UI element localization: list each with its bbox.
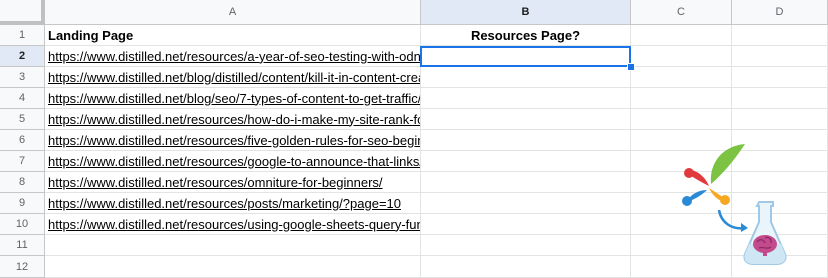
cell-b3[interactable] bbox=[421, 67, 631, 88]
cell-d2[interactable] bbox=[732, 46, 828, 67]
row-header-6[interactable]: 6 bbox=[0, 130, 45, 151]
cell-a4-url[interactable]: https://www.distilled.net/blog/seo/7-typ… bbox=[45, 88, 421, 109]
cell-a11[interactable] bbox=[45, 235, 421, 256]
spreadsheet-grid: A B C D 1 2 3 4 5 6 7 8 9 10 11 12 Landi… bbox=[0, 0, 828, 278]
cell-b10[interactable] bbox=[421, 214, 631, 235]
row-header-8[interactable]: 8 bbox=[0, 172, 45, 193]
column-header-c[interactable]: C bbox=[631, 0, 732, 25]
cell-b5[interactable] bbox=[421, 109, 631, 130]
cell-d4[interactable] bbox=[732, 88, 828, 109]
cell-d3[interactable] bbox=[732, 67, 828, 88]
cell-b8[interactable] bbox=[421, 172, 631, 193]
cell-d1[interactable] bbox=[732, 25, 828, 46]
cell-a10-url[interactable]: https://www.distilled.net/resources/usin… bbox=[45, 214, 421, 235]
cell-c1[interactable] bbox=[631, 25, 732, 46]
select-all-corner[interactable] bbox=[0, 0, 45, 25]
cell-a9-url[interactable]: https://www.distilled.net/resources/post… bbox=[45, 193, 421, 214]
cell-b9[interactable] bbox=[421, 193, 631, 214]
row-header-2[interactable]: 2 bbox=[0, 46, 45, 67]
row-header-11[interactable]: 11 bbox=[0, 235, 45, 256]
cell-c3[interactable] bbox=[631, 67, 732, 88]
active-cell-selection-b2[interactable] bbox=[420, 46, 631, 67]
row-header-10[interactable]: 10 bbox=[0, 214, 45, 235]
column-header-b[interactable]: B bbox=[421, 0, 631, 25]
row-header-9[interactable]: 9 bbox=[0, 193, 45, 214]
cell-b11[interactable] bbox=[421, 235, 631, 256]
row-header-4[interactable]: 4 bbox=[0, 88, 45, 109]
cell-c4[interactable] bbox=[631, 88, 732, 109]
cell-b6[interactable] bbox=[421, 130, 631, 151]
column-header-d[interactable]: D bbox=[732, 0, 828, 25]
row-header-12[interactable]: 12 bbox=[0, 256, 45, 278]
cell-b4[interactable] bbox=[421, 88, 631, 109]
row-header-7[interactable]: 7 bbox=[0, 151, 45, 172]
cell-a6-url[interactable]: https://www.distilled.net/resources/five… bbox=[45, 130, 421, 151]
cell-a7-url[interactable]: https://www.distilled.net/resources/goog… bbox=[45, 151, 421, 172]
cell-b7[interactable] bbox=[421, 151, 631, 172]
cell-a8-url[interactable]: https://www.distilled.net/resources/omni… bbox=[45, 172, 421, 193]
row-header-5[interactable]: 5 bbox=[0, 109, 45, 130]
column-header-a[interactable]: A bbox=[45, 0, 421, 25]
cell-c2[interactable] bbox=[631, 46, 732, 67]
cell-c5[interactable] bbox=[631, 109, 732, 130]
flask-brain-logo-icon bbox=[682, 144, 787, 265]
cell-a12[interactable] bbox=[45, 256, 421, 278]
row-header-3[interactable]: 3 bbox=[0, 67, 45, 88]
row-header-1[interactable]: 1 bbox=[0, 25, 45, 46]
cell-b1-resources-page-header[interactable]: Resources Page? bbox=[421, 25, 631, 46]
cell-a1-landing-page-header[interactable]: Landing Page bbox=[45, 25, 421, 46]
cell-b12[interactable] bbox=[421, 256, 631, 278]
cell-a5-url[interactable]: https://www.distilled.net/resources/how-… bbox=[45, 109, 421, 130]
cell-a2-url[interactable]: https://www.distilled.net/resources/a-ye… bbox=[45, 46, 421, 67]
cell-a3-url[interactable]: https://www.distilled.net/blog/distilled… bbox=[45, 67, 421, 88]
cell-d5[interactable] bbox=[732, 109, 828, 130]
fill-handle[interactable] bbox=[627, 63, 635, 71]
